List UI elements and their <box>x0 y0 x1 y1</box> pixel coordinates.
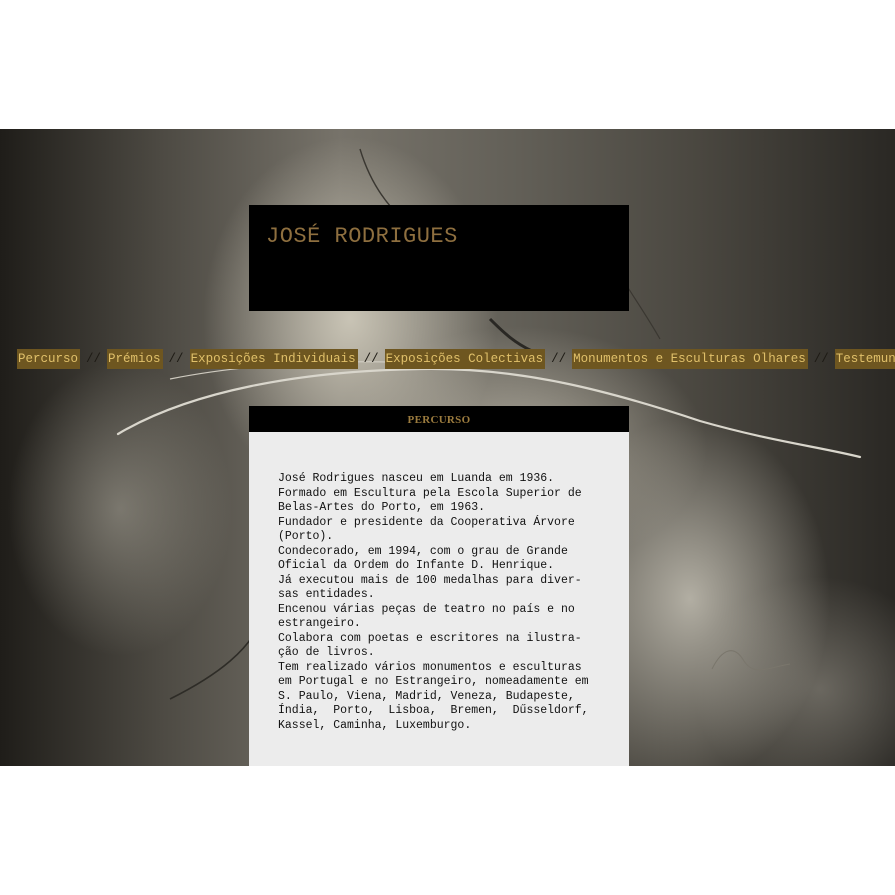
bio-line: Tem realizado vários monumentos e escult… <box>278 660 582 674</box>
nav-separator: // <box>551 352 567 366</box>
bio-line: ção de livros. <box>278 646 375 659</box>
bio-line: Formado em Escultura pela Escola Superio… <box>278 486 582 500</box>
bio-line: Encenou várias peças de teatro no país e… <box>278 602 575 616</box>
bio-line: Oficial da Ordem do Infante D. Henrique. <box>278 559 555 572</box>
main-nav: Percurso // Prémios // Exposições Indivi… <box>17 349 895 369</box>
content-panel: José Rodrigues nasceu em Luanda em 1936.… <box>249 432 629 766</box>
nav-link-percurso[interactable]: Percurso <box>17 349 81 369</box>
bio-line: (Porto). <box>278 530 334 543</box>
nav-separator: // <box>86 352 102 366</box>
bio-line: Colabora com poetas e escritores na ilus… <box>278 631 582 645</box>
bio-line: S. Paulo, Viena, Madrid, Veneza, Budapes… <box>278 689 575 703</box>
section-title: PERCURSO <box>407 414 471 426</box>
nav-separator: // <box>168 352 184 366</box>
bio-text: José Rodrigues nasceu em Luanda em 1936.… <box>278 472 600 733</box>
bio-line: Fundador e presidente da Cooperativa Árv… <box>278 515 575 529</box>
site-title: JOSÉ RODRIGUES <box>266 224 458 249</box>
bio-line: em Portugal e no Estrangeiro, nomeadamen… <box>278 675 589 688</box>
bio-line: Belas-Artes do Porto, em 1963. <box>278 501 486 514</box>
section-header: PERCURSO <box>249 406 629 432</box>
nav-link-testemunho[interactable]: Testemunho <box>834 349 895 369</box>
nav-link-exposicoes-colectivas[interactable]: Exposições Colectivas <box>384 349 546 369</box>
nav-separator: // <box>813 352 829 366</box>
bio-line: Já executou mais de 100 medalhas para di… <box>278 573 582 587</box>
nav-link-premios[interactable]: Prémios <box>107 349 163 369</box>
bio-line: estrangeiro. <box>278 617 361 630</box>
bio-line: Índia, Porto, Lisboa, Bremen, Dűsseldorf… <box>278 704 589 717</box>
site-header: JOSÉ RODRIGUES <box>249 205 629 311</box>
bio-line: Condecorado, em 1994, com o grau de Gran… <box>278 544 568 558</box>
nav-link-exposicoes-individuais[interactable]: Exposições Individuais <box>189 349 358 369</box>
nav-separator: // <box>363 352 379 366</box>
bio-line: Kassel, Caminha, Luxemburgo. <box>278 718 472 732</box>
nav-link-monumentos-esculturas-olhares[interactable]: Monumentos e Esculturas Olhares <box>572 349 808 369</box>
bio-line: José Rodrigues nasceu em Luanda em 1936. <box>278 472 555 485</box>
bio-line: sas entidades. <box>278 588 375 601</box>
page: JOSÉ RODRIGUES Percurso // Prémios // Ex… <box>0 0 895 895</box>
